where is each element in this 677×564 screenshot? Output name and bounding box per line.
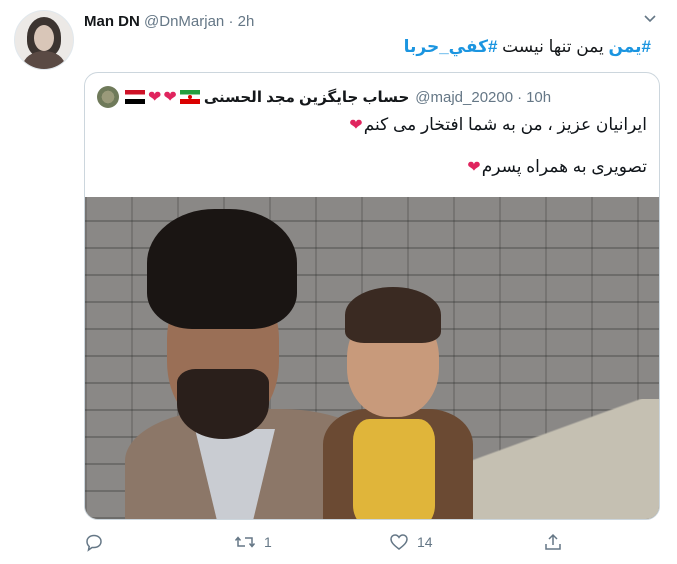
photo-baby bbox=[323, 287, 473, 519]
retweet-count: 1 bbox=[264, 534, 272, 550]
tweet-text: #یمن یمن تنها نیست #كفي_حربا bbox=[404, 37, 651, 57]
quoted-handle[interactable]: @majd_20200 bbox=[415, 89, 513, 106]
user-name[interactable]: Man DN bbox=[84, 13, 140, 30]
hashtag-link[interactable]: #یمن bbox=[608, 37, 651, 56]
quoted-header: ❤ ❤ حساب جایگزین مجد الحسنی @majd_20200 … bbox=[97, 85, 551, 109]
separator-dot: · bbox=[228, 13, 234, 30]
photo-baby-hair bbox=[345, 287, 441, 343]
heart-outline-icon bbox=[390, 534, 408, 550]
separator-dot: · bbox=[517, 88, 523, 106]
photo-man-hair bbox=[147, 209, 297, 329]
yemen-flag-icon bbox=[125, 90, 145, 104]
hashtag-link[interactable]: #كفي_حربا bbox=[404, 37, 498, 56]
like-button[interactable]: 14 bbox=[389, 532, 433, 552]
heart-icon: ❤ bbox=[163, 89, 177, 106]
photo-ground bbox=[449, 399, 659, 519]
heart-icon: ❤ bbox=[148, 89, 162, 106]
avatar-body bbox=[23, 51, 65, 69]
quoted-tweet[interactable]: ❤ ❤ حساب جایگزین مجد الحسنی @majd_20200 … bbox=[84, 72, 660, 520]
quoted-text: تصویری به همراه پسرم bbox=[481, 157, 647, 176]
heart-icon: ❤ bbox=[467, 159, 481, 176]
tweet-time[interactable]: 2h bbox=[238, 13, 255, 30]
photo-baby-front bbox=[353, 419, 435, 519]
tweet[interactable]: Man DN @DnMarjan · 2h #یمن یمن تنها نیست… bbox=[0, 0, 677, 564]
photo-man-beard bbox=[177, 369, 269, 439]
quoted-time[interactable]: 10h bbox=[526, 89, 551, 106]
quoted-avatar[interactable] bbox=[97, 86, 119, 108]
iran-flag-icon bbox=[179, 90, 200, 104]
avatar[interactable] bbox=[14, 10, 74, 70]
reply-icon bbox=[86, 534, 102, 552]
share-button[interactable] bbox=[544, 532, 570, 552]
avatar-face bbox=[34, 25, 54, 51]
tweet-actions: 1 14 bbox=[84, 528, 604, 558]
quoted-text: ایرانیان عزیز ، من به شما افتخار می کنم bbox=[363, 115, 647, 134]
tweet-photo[interactable] bbox=[85, 197, 659, 519]
quoted-text-line: ایرانیان عزیز ، من به شما افتخار می کنم❤ bbox=[348, 115, 647, 135]
retweet-button[interactable]: 1 bbox=[234, 532, 272, 552]
quoted-display-name[interactable]: حساب جایگزین مجد الحسنی bbox=[204, 88, 409, 106]
tweet-text-body: یمن تنها نیست bbox=[497, 37, 604, 56]
like-count: 14 bbox=[417, 534, 433, 550]
tweet-header: Man DN @DnMarjan · 2h bbox=[84, 13, 254, 30]
quoted-text-line: تصویری به همراه پسرم❤ bbox=[466, 157, 647, 177]
reply-button[interactable] bbox=[84, 532, 112, 552]
share-icon bbox=[545, 533, 561, 550]
chevron-down-icon[interactable] bbox=[643, 12, 657, 26]
heart-icon: ❤ bbox=[349, 117, 363, 134]
retweet-icon bbox=[234, 536, 256, 548]
user-handle[interactable]: @DnMarjan bbox=[144, 13, 224, 30]
